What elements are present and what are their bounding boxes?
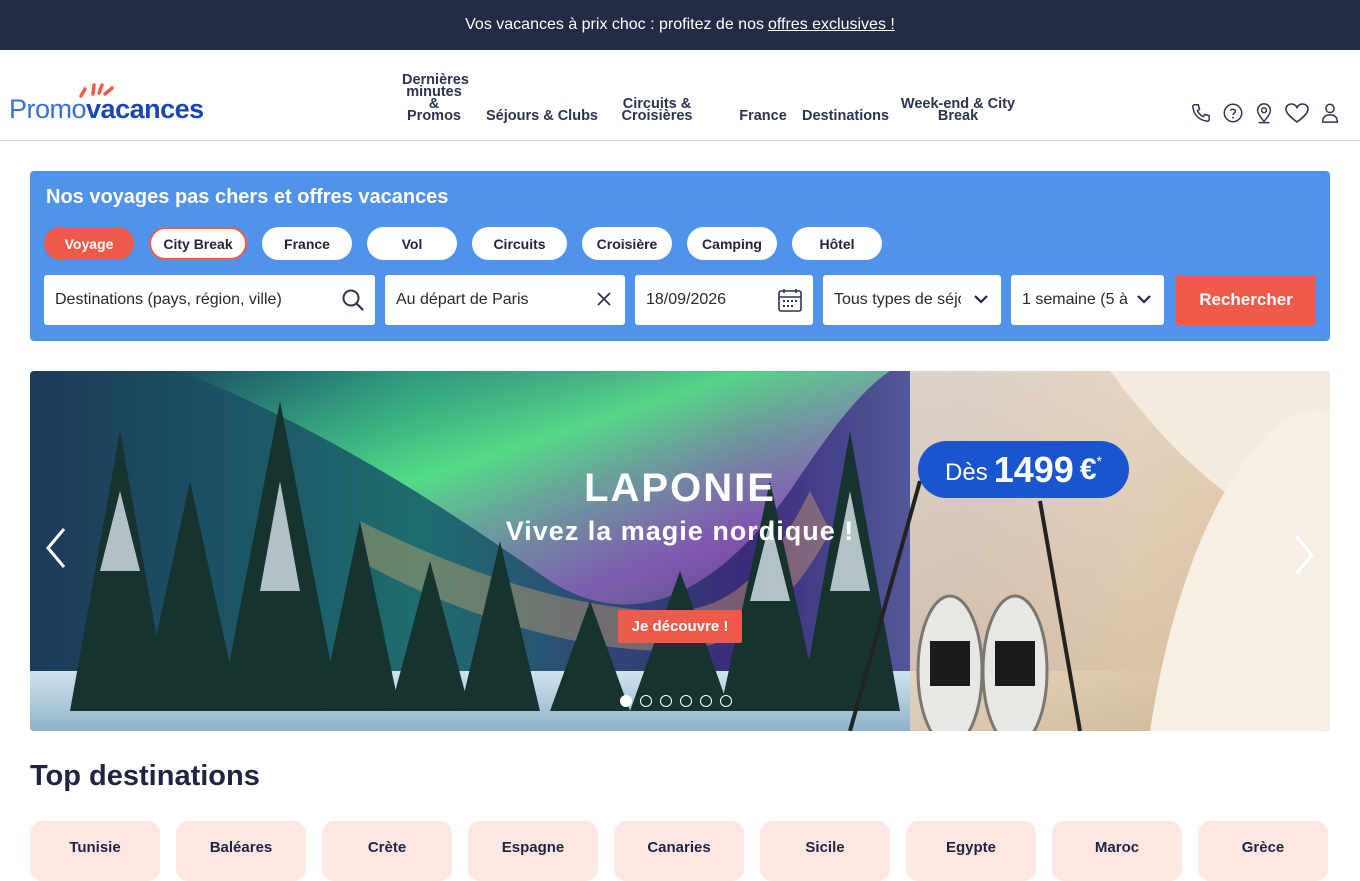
- destination-card[interactable]: Sicile: [760, 821, 890, 881]
- tab-vol[interactable]: Vol: [367, 227, 457, 260]
- tab-camping[interactable]: Camping: [687, 227, 777, 260]
- carousel-dots: [620, 695, 732, 707]
- destination-card[interactable]: Crète: [322, 821, 452, 881]
- tab-voyage[interactable]: Voyage: [44, 227, 134, 260]
- destination-card[interactable]: Egypte: [906, 821, 1036, 881]
- hero-image: [30, 371, 1330, 731]
- clear-icon[interactable]: [597, 292, 611, 306]
- phone-icon[interactable]: [1190, 102, 1212, 124]
- chevron-left-icon[interactable]: [44, 526, 68, 570]
- promo-banner-link[interactable]: offres exclusives !: [768, 16, 895, 34]
- nav-item-circuits-croisieres[interactable]: Circuits & Croisières: [603, 97, 711, 140]
- site-logo[interactable]: Promovacances: [9, 80, 209, 140]
- trip-type-select[interactable]: Tous types de séjour: [823, 275, 1001, 325]
- nav-item-destinations[interactable]: Destinations: [795, 109, 891, 140]
- top-destinations-title: Top destinations: [30, 760, 260, 792]
- logo-text-promo: Promo: [9, 94, 87, 124]
- carousel-dot[interactable]: [700, 695, 712, 707]
- departure-value: Au départ de Paris: [396, 291, 529, 308]
- destination-card[interactable]: Baléares: [176, 821, 306, 881]
- price-asterisk: *: [1096, 452, 1102, 469]
- tab-circuits[interactable]: Circuits: [472, 227, 567, 260]
- site-header: Promovacances Dernières minutes & Promos…: [0, 50, 1360, 141]
- price-prefix: Dès: [945, 458, 988, 486]
- destination-card[interactable]: Tunisie: [30, 821, 160, 881]
- calendar-icon[interactable]: [777, 287, 803, 313]
- carousel-dot[interactable]: [620, 695, 632, 707]
- trip-type-value: Tous types de séjour: [834, 291, 961, 308]
- destination-card[interactable]: Canaries: [614, 821, 744, 881]
- tab-hotel[interactable]: Hôtel: [792, 227, 882, 260]
- price-currency: €: [1079, 452, 1097, 486]
- nav-item-weekend-city-break[interactable]: Week-end & City Break: [891, 97, 1025, 140]
- search-panel-title: Nos voyages pas chers et offres vacances: [46, 186, 449, 208]
- search-submit-button[interactable]: Rechercher: [1176, 275, 1316, 325]
- carousel-dot[interactable]: [720, 695, 732, 707]
- nav-item-last-minute[interactable]: Dernières minutes & Promos: [395, 73, 473, 140]
- departure-city-input[interactable]: Au départ de Paris: [385, 275, 625, 325]
- nav-item-france[interactable]: France: [731, 109, 795, 140]
- carousel-dot[interactable]: [640, 695, 652, 707]
- tab-france[interactable]: France: [262, 227, 352, 260]
- nav-item-sejours-clubs[interactable]: Séjours & Clubs: [473, 109, 611, 140]
- destination-search-input[interactable]: Destinations (pays, région, ville): [44, 275, 375, 325]
- location-icon[interactable]: [1254, 102, 1274, 124]
- tab-croisiere[interactable]: Croisière: [582, 227, 672, 260]
- date-value: 18/09/2026: [646, 291, 727, 308]
- destination-card[interactable]: Maroc: [1052, 821, 1182, 881]
- hero-carousel: LAPONIE Vivez la magie nordique ! Dès 14…: [30, 371, 1330, 731]
- search-panel: Nos voyages pas chers et offres vacances…: [30, 171, 1330, 341]
- search-type-tabs: Voyage City Break France Vol Circuits Cr…: [44, 227, 897, 260]
- duration-select[interactable]: 1 semaine (5 à 8 jours): [1011, 275, 1164, 325]
- search-icon[interactable]: [341, 288, 365, 312]
- destination-card[interactable]: Espagne: [468, 821, 598, 881]
- destination-placeholder: Destinations (pays, région, ville): [55, 291, 282, 308]
- discover-button[interactable]: Je découvre !: [618, 610, 742, 643]
- header-icon-group: [1190, 102, 1340, 124]
- duration-value: 1 semaine (5 à 8 jours): [1022, 291, 1128, 308]
- carousel-dot[interactable]: [660, 695, 672, 707]
- departure-date-input[interactable]: 18/09/2026: [635, 275, 813, 325]
- hero-subtitle: Vivez la magie nordique !: [505, 516, 855, 546]
- help-icon[interactable]: [1222, 102, 1244, 124]
- heart-icon[interactable]: [1284, 102, 1310, 124]
- chevron-right-icon[interactable]: [1292, 533, 1316, 577]
- hero-title: LAPONIE: [584, 466, 776, 510]
- price-badge[interactable]: Dès 1499 € *: [918, 441, 1129, 498]
- tab-city-break[interactable]: City Break: [149, 227, 247, 260]
- promo-banner: Vos vacances à prix choc : profitez de n…: [0, 0, 1360, 50]
- logo-text-vacances: vacances: [86, 94, 204, 124]
- chevron-down-icon: [974, 295, 988, 304]
- price-amount: 1499: [993, 448, 1074, 490]
- carousel-dot[interactable]: [680, 695, 692, 707]
- chevron-down-icon: [1137, 295, 1151, 304]
- user-icon[interactable]: [1320, 102, 1340, 124]
- promo-banner-text: Vos vacances à prix choc : profitez de n…: [465, 16, 764, 33]
- top-destinations-list: Tunisie Baléares Crète Espagne Canaries …: [30, 821, 1328, 881]
- destination-card[interactable]: Grèce: [1198, 821, 1328, 881]
- main-navigation: Dernières minutes & Promos Séjours & Clu…: [395, 50, 1025, 140]
